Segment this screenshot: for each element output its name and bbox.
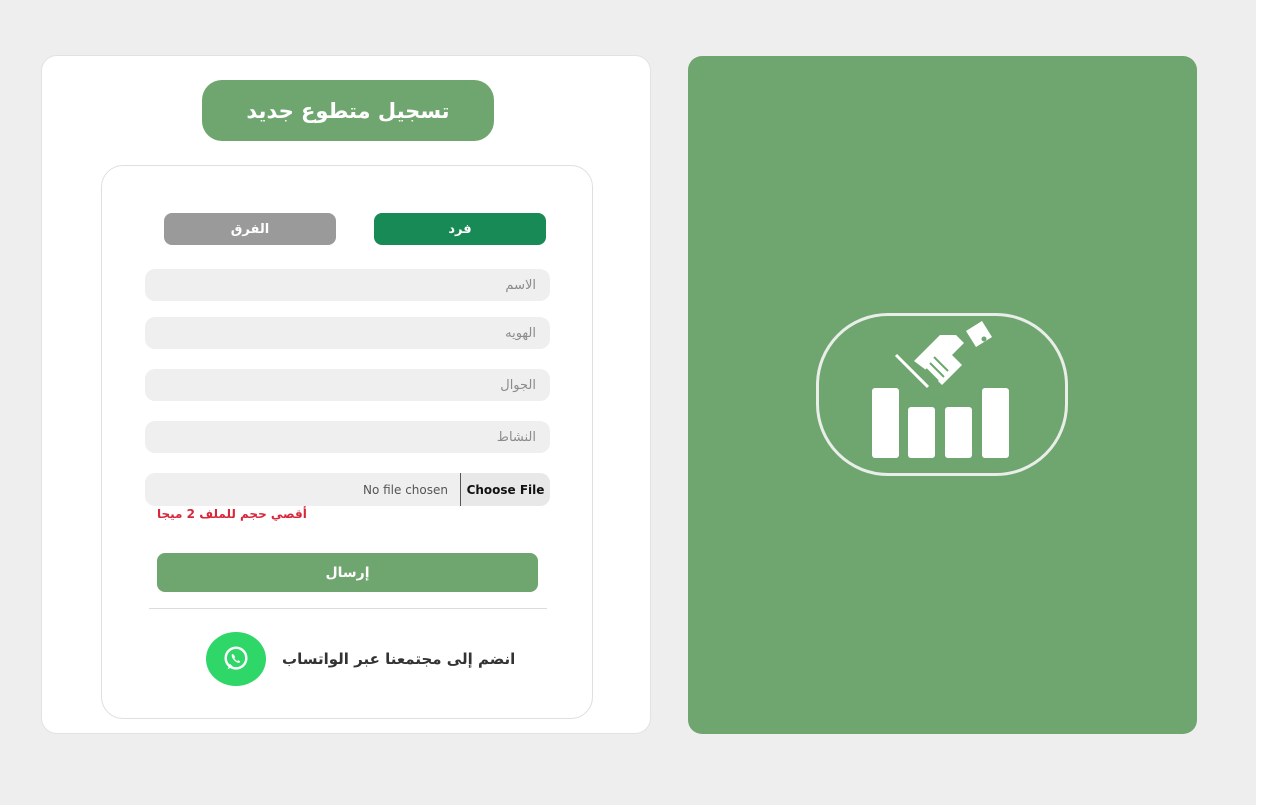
tab-individual[interactable]: فرد: [374, 213, 546, 245]
brand-logo: [816, 313, 1068, 476]
registration-form: فرد الفرق Choose File No file chosen أقص…: [101, 165, 593, 719]
id-input[interactable]: [145, 317, 550, 349]
mobile-input[interactable]: [145, 369, 550, 401]
choose-file-button[interactable]: Choose File: [460, 473, 550, 506]
divider: [149, 608, 547, 609]
whatsapp-join[interactable]: انضم إلى مجتمعنا عبر الواتساب: [206, 632, 526, 686]
registration-card: تسجيل متطوع جديد فرد الفرق Choose File N…: [41, 55, 651, 734]
file-size-hint: أقصي حجم للملف 2 ميجا: [157, 507, 307, 521]
whatsapp-icon[interactable]: [206, 632, 266, 686]
file-upload: Choose File No file chosen: [145, 473, 550, 506]
submit-button[interactable]: إرسال: [157, 553, 538, 592]
whatsapp-join-text[interactable]: انضم إلى مجتمعنا عبر الواتساب: [282, 632, 515, 686]
activity-input[interactable]: [145, 421, 550, 453]
page-title: تسجيل متطوع جديد: [202, 80, 494, 141]
scrollbar-track[interactable]: [1256, 0, 1280, 805]
tab-teams[interactable]: الفرق: [164, 213, 336, 245]
file-status: No file chosen: [362, 482, 448, 497]
name-input[interactable]: [145, 269, 550, 301]
brand-panel: [688, 56, 1197, 734]
handshake-bar-chart-icon: [872, 321, 1009, 458]
